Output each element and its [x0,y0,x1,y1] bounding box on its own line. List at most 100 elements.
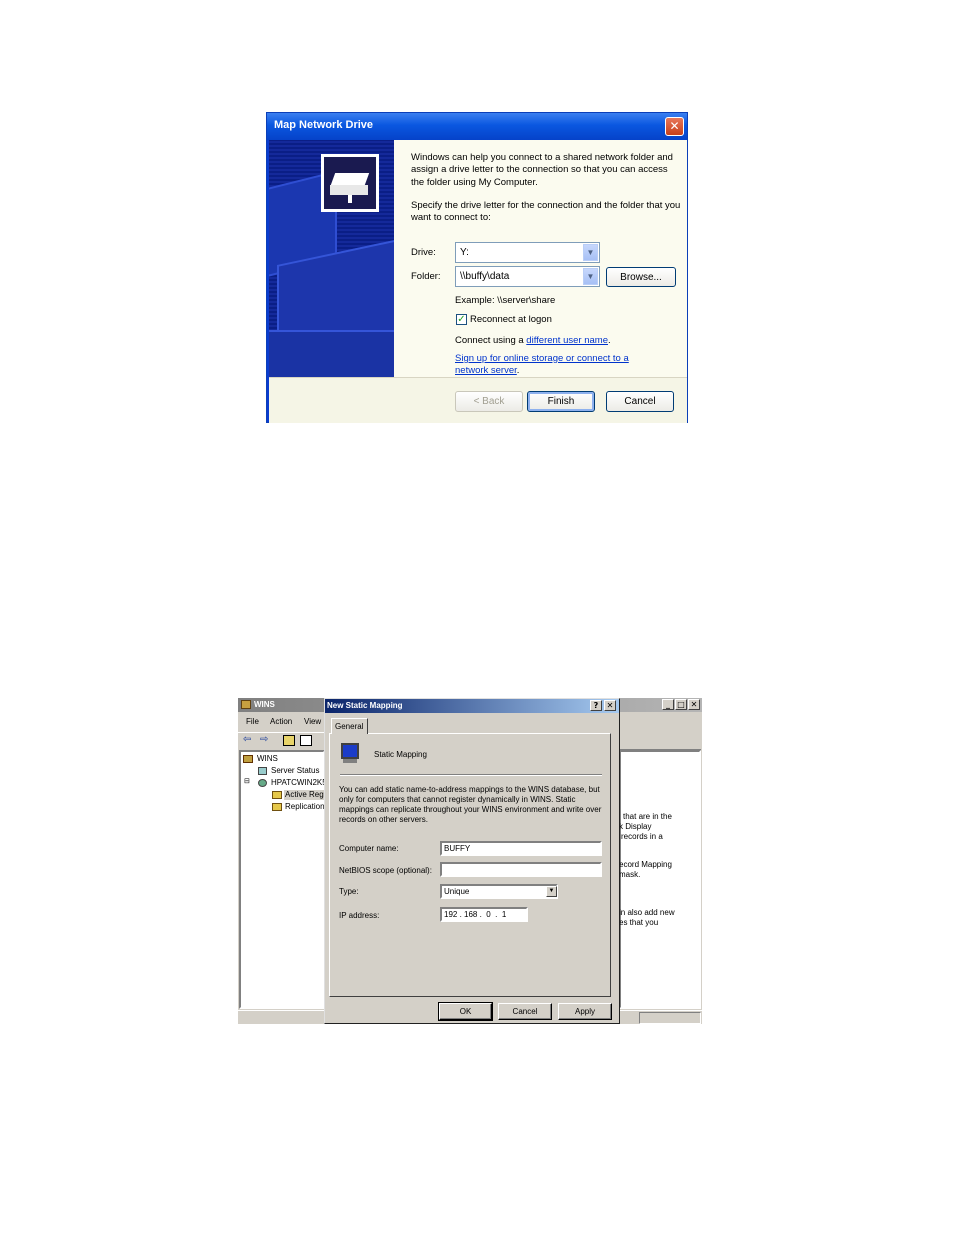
different-user-name-link[interactable]: different user name [526,335,608,346]
wizard-button-bar: < Back Finish Cancel [269,377,687,423]
instruction-text: Specify the drive letter for the connect… [411,200,681,224]
tab-panel: Static Mapping You can add static name-t… [329,733,611,997]
menu-view[interactable]: View [304,717,321,727]
wizard-content: Windows can help you connect to a shared… [394,140,687,377]
folder-combobox[interactable]: \\buffy\data ▼ [455,266,600,287]
back-arrow-icon[interactable]: ⇦ [243,735,251,745]
menu-file[interactable]: File [246,717,259,727]
description-line: only for computers that cannot register … [339,795,576,804]
ip-address-value: 192 . 168 . 0 . 1 [444,910,507,919]
type-select[interactable]: Unique ▼ [440,884,558,899]
computer-name-value: BUFFY [444,844,471,853]
connect-prefix: Connect using a [455,335,527,346]
pane-text-fragment: that are in the [623,812,672,821]
server-status-icon [258,767,267,775]
wins-root-icon [243,755,253,763]
help-button[interactable]: ? [590,700,602,711]
type-label: Type: [339,887,359,896]
tab-general-label: General [335,722,364,731]
tree-item-replication[interactable]: Replication [285,802,325,812]
intro-text: Windows can help you connect to a shared… [411,152,673,188]
computer-name-label: Computer name: [339,844,399,853]
back-button[interactable]: < Back [455,391,523,412]
pane-text-fragment: ecord Mapping [619,860,672,869]
server-icon [258,779,267,787]
connect-suffix: . [607,335,611,346]
pane-text-fragment: mask. [619,870,641,879]
cancel-button[interactable]: Cancel [606,391,674,412]
drive-label: Drive: [411,247,436,258]
computer-base-shape [343,759,357,763]
drive-cable-shape [348,195,352,203]
description-pane: that are in the k Display records in a e… [619,750,701,1009]
collapse-icon[interactable]: ⊟ [244,777,250,787]
connect-text: Connect using a different user name. [455,335,611,347]
tab-general[interactable]: General [331,718,368,734]
browse-button[interactable]: Browse... [606,267,676,287]
description-line: mappings can replicate throughout your W… [339,805,602,814]
description-line: records on other servers. [339,815,428,824]
example-text: Example: \\server\share [455,295,556,306]
online-storage-link[interactable]: Sign up for online storage or connect to… [455,353,629,364]
maximize-button[interactable]: □ [675,699,687,710]
network-server-link[interactable]: network server [455,365,517,376]
right-toolbar-strip [619,734,701,750]
side-graphic-shape [269,330,394,377]
close-icon: ✕ [690,700,698,709]
static-mapping-heading: Static Mapping [374,750,427,759]
ok-button[interactable]: OK [438,1002,493,1021]
tree-item-server[interactable]: HPATCWIN2K5 [271,778,327,788]
drive-select[interactable]: Y: ▼ [455,242,600,263]
reconnect-label[interactable]: Reconnect at logon [470,314,552,326]
tree-item-active-reg[interactable]: Active Reg [284,790,325,800]
dialog-title: New Static Mapping [327,701,403,710]
ip-address-label: IP address: [339,911,380,920]
wins-app-icon [241,700,251,709]
drive-value: Y: [460,247,469,258]
close-button[interactable]: ✕ [688,699,700,710]
description-line: You can add static name-to-address mappi… [339,785,600,794]
signup-suffix: . [516,365,520,377]
reconnect-checkbox[interactable]: ✓ [456,314,467,325]
wins-console-window: WINS _ □ ✕ File Action View ⇦ ⇨ WINS Ser… [238,698,702,1024]
maximize-icon: □ [677,700,685,709]
wizard-side-graphic [269,140,394,377]
dialog-title-bar[interactable]: New Static Mapping ? ✕ [325,699,619,713]
ip-address-input[interactable]: 192 . 168 . 0 . 1 [440,907,528,922]
tree-item-server-status[interactable]: Server Status [271,766,319,776]
pane-text-fragment: k Display [619,822,652,831]
chevron-down-icon[interactable]: ▼ [583,244,598,261]
chevron-down-icon[interactable]: ▼ [546,886,557,897]
apply-button[interactable]: Apply [558,1003,612,1020]
forward-arrow-icon[interactable]: ⇨ [260,735,268,745]
close-button[interactable]: ✕ [665,117,684,136]
title-bar[interactable]: Map Network Drive ✕ [267,113,687,140]
netbios-scope-input[interactable] [440,862,602,877]
status-bar-panel [639,1012,701,1024]
map-network-drive-dialog: Map Network Drive ✕ Windows can help you… [266,112,688,423]
tree-item-wins[interactable]: WINS [257,754,278,764]
finish-button[interactable]: Finish [527,391,595,412]
drive-box-shape [330,173,370,185]
toolbar: ⇦ ⇨ [238,732,326,749]
computer-name-input[interactable]: BUFFY [440,841,602,856]
cancel-button[interactable]: Cancel [498,1003,552,1020]
close-icon: ✕ [606,701,614,710]
up-folder-icon[interactable] [283,735,295,746]
pane-text-fragment: records in a [621,832,663,841]
close-button[interactable]: ✕ [604,700,616,711]
folder-label: Folder: [411,271,441,282]
pane-text-fragment: es that you [619,918,659,927]
help-icon: ? [593,701,599,710]
show-hide-tree-icon[interactable] [300,735,312,746]
computer-icon [341,743,359,759]
menu-bar: File Action View [238,714,326,730]
chevron-down-icon[interactable]: ▼ [583,268,598,285]
dialog-title: Map Network Drive [274,119,374,131]
pane-text-fragment: in also add new [619,908,675,917]
menu-action[interactable]: Action [270,717,292,727]
minimize-button[interactable]: _ [662,699,674,710]
drive-base-shape [330,185,368,195]
netbios-scope-label: NetBIOS scope (optional): [339,866,432,875]
new-static-mapping-dialog: New Static Mapping ? ✕ General Static Ma… [324,698,620,1024]
